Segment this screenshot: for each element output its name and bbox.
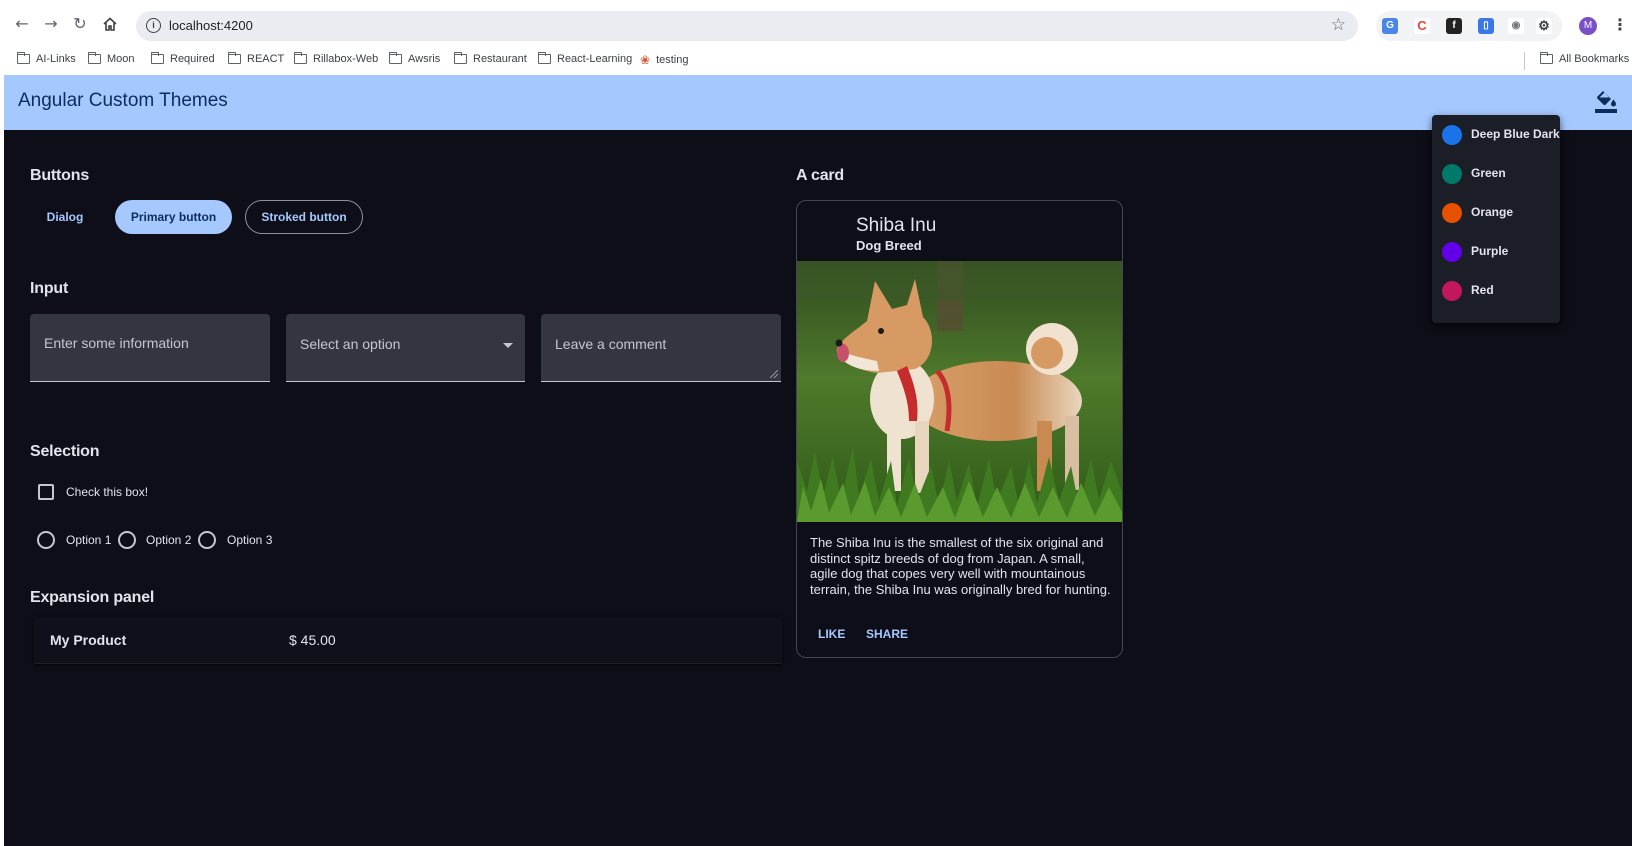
bookmark-item[interactable]: React-Learning — [537, 52, 632, 65]
camera-extension-icon[interactable]: ◉ — [1508, 18, 1524, 34]
reload-icon[interactable]: ↻ — [70, 14, 90, 34]
back-icon[interactable]: ← — [12, 14, 32, 34]
theme-option-green[interactable]: Green — [1432, 154, 1560, 193]
card-subtitle: Dog Breed — [856, 238, 922, 253]
shiba-inu-image — [797, 261, 1122, 522]
bookmark-item[interactable]: Restaurant — [453, 52, 527, 65]
laravel-icon: ❀ — [640, 53, 651, 67]
folder-icon — [227, 52, 241, 64]
format-color-fill-icon — [1595, 91, 1617, 113]
bookmark-item[interactable]: ❀ testing — [640, 53, 688, 67]
expansion-section-title: Expansion panel — [30, 589, 155, 606]
bookmark-star-icon[interactable]: ☆ — [1331, 15, 1346, 35]
color-swatch-icon — [1442, 281, 1462, 301]
product-name: My Product — [50, 632, 127, 648]
forward-icon[interactable]: → — [41, 14, 61, 34]
bookmark-item[interactable]: Rillabox-Web — [293, 52, 378, 65]
folder-icon — [537, 52, 551, 64]
theme-menu: Deep Blue Dark Green Orange Purple Red — [1432, 115, 1560, 323]
radio-option-1[interactable] — [37, 531, 55, 549]
app-toolbar: Angular Custom Themes — [4, 75, 1632, 130]
folder-icon — [453, 52, 467, 64]
text-input-placeholder: Enter some information — [44, 335, 189, 351]
stroked-button[interactable]: Stroked button — [245, 200, 363, 234]
dog-card: Shiba Inu Dog Breed The Shiba Inu is the… — [796, 200, 1123, 658]
radio-option-3[interactable] — [198, 531, 216, 549]
address-bar[interactable]: i localhost:4200 ☆ — [136, 11, 1358, 41]
theme-option-red[interactable]: Red — [1432, 271, 1560, 310]
radio-option-2[interactable] — [118, 531, 136, 549]
theme-option-label: Green — [1471, 166, 1506, 180]
theme-option-orange[interactable]: Orange — [1432, 193, 1560, 232]
product-price: $ 45.00 — [289, 632, 336, 648]
buttons-section-title: Buttons — [30, 167, 90, 184]
bookmark-item[interactable]: Moon — [87, 52, 135, 65]
expansion-panel-header[interactable]: My Product $ 45.00 — [34, 618, 782, 664]
site-info-icon[interactable]: i — [146, 18, 161, 33]
bookmark-item[interactable]: Awsris — [388, 52, 440, 65]
all-bookmarks[interactable]: All Bookmarks — [1539, 52, 1629, 65]
bookmark-item[interactable]: AI-Links — [16, 52, 76, 65]
radio-label-1[interactable]: Option 1 — [66, 533, 111, 547]
select-input[interactable]: Select an option — [286, 314, 525, 382]
theme-picker-button[interactable] — [1594, 89, 1618, 115]
app-title: Angular Custom Themes — [18, 90, 228, 111]
home-icon[interactable] — [100, 14, 120, 34]
bookmark-item[interactable]: REACT — [227, 52, 284, 65]
card-description: The Shiba Inu is the smallest of the six… — [810, 535, 1111, 597]
bookmarks-bar: AI-Links Moon Required REACT Rillabox-We… — [0, 48, 1632, 74]
select-placeholder: Select an option — [300, 336, 401, 352]
folder-icon — [150, 52, 164, 64]
like-button[interactable]: LIKE — [818, 627, 845, 641]
theme-option-label: Orange — [1471, 205, 1514, 219]
extensions-puzzle-icon[interactable]: ⚙ — [1536, 18, 1552, 34]
folder-icon — [1539, 52, 1553, 64]
profile-avatar[interactable]: M — [1579, 17, 1597, 35]
translate-extension-icon[interactable]: G — [1382, 18, 1398, 34]
color-swatch-icon — [1442, 164, 1462, 184]
comment-textarea[interactable]: Leave a comment — [541, 314, 781, 382]
theme-option-label: Purple — [1471, 244, 1509, 258]
bookmark-item[interactable]: Required — [150, 52, 215, 65]
comment-placeholder: Leave a comment — [555, 336, 667, 352]
colorzilla-extension-icon[interactable]: C — [1414, 18, 1430, 34]
dialog-button[interactable]: Dialog — [30, 200, 100, 234]
checkbox[interactable] — [38, 484, 54, 500]
share-button[interactable]: SHARE — [866, 627, 908, 641]
folder-icon — [16, 52, 30, 64]
text-input[interactable]: Enter some information — [30, 314, 270, 382]
extensions-bar: G C f ▯ ◉ ⚙ — [1376, 11, 1562, 41]
card-section-title: A card — [796, 167, 845, 184]
theme-option-deep-blue-dark[interactable]: Deep Blue Dark — [1432, 115, 1560, 154]
color-swatch-icon — [1442, 203, 1462, 223]
checkbox-label[interactable]: Check this box! — [66, 485, 148, 499]
folder-icon — [293, 52, 307, 64]
resize-handle-icon[interactable] — [770, 370, 778, 378]
browser-menu-icon[interactable]: ⋮ — [1612, 15, 1628, 34]
input-section-title: Input — [30, 280, 69, 297]
card-title: Shiba Inu — [856, 215, 937, 236]
primary-button[interactable]: Primary button — [115, 200, 232, 234]
dropdown-arrow-icon — [503, 343, 513, 348]
folder-icon — [87, 52, 101, 64]
color-swatch-icon — [1442, 242, 1462, 262]
theme-option-label: Deep Blue Dark — [1471, 127, 1560, 141]
theme-option-label: Red — [1471, 283, 1494, 297]
radio-label-3[interactable]: Option 3 — [227, 533, 272, 547]
phone-extension-icon[interactable]: ▯ — [1478, 18, 1494, 34]
theme-option-purple[interactable]: Purple — [1432, 232, 1560, 271]
app-root: Angular Custom Themes Buttons Dialog Pri… — [4, 75, 1632, 846]
font-extension-icon[interactable]: f — [1446, 18, 1462, 34]
selection-section-title: Selection — [30, 443, 100, 460]
color-swatch-icon — [1442, 125, 1462, 145]
bookmarks-separator — [1524, 52, 1525, 70]
browser-toolbar: ← → ↻ i localhost:4200 ☆ G C f ▯ ◉ ⚙ M ⋮ — [0, 0, 1632, 48]
folder-icon — [388, 52, 402, 64]
radio-label-2[interactable]: Option 2 — [146, 533, 191, 547]
address-url[interactable]: localhost:4200 — [169, 18, 253, 33]
